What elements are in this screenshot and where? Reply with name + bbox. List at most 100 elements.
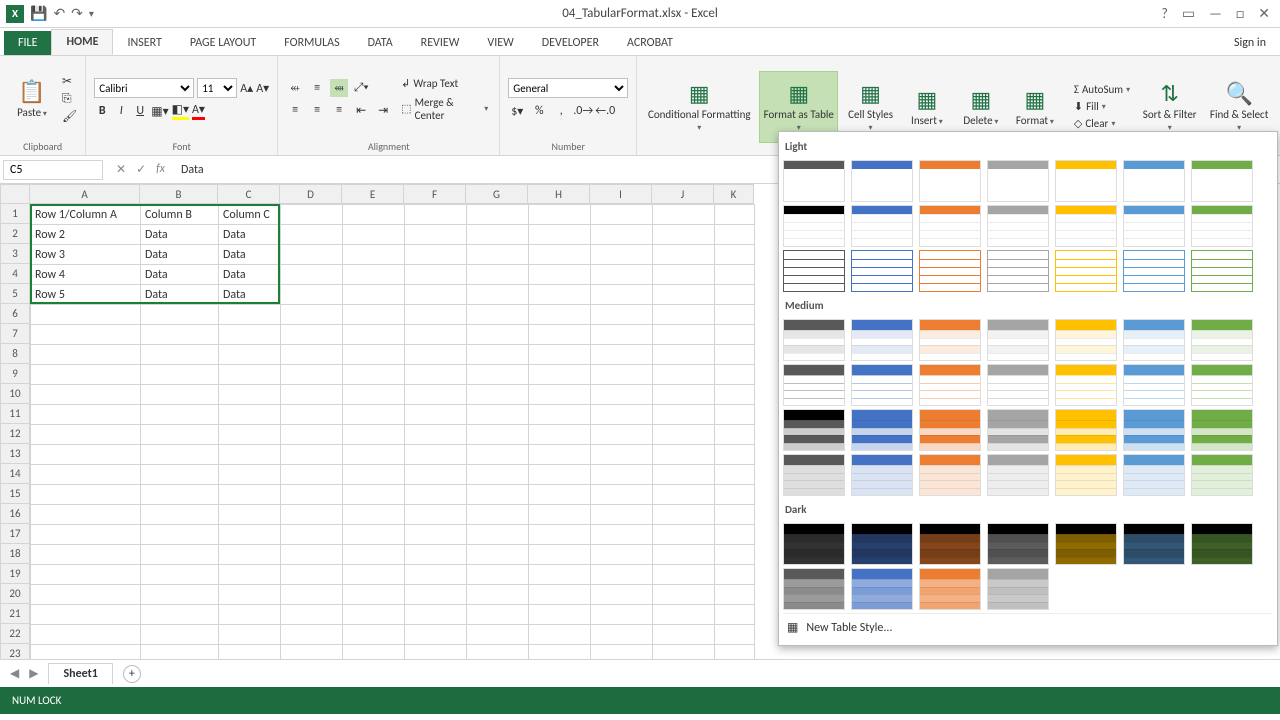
cell[interactable]	[405, 425, 467, 445]
cell[interactable]	[281, 205, 343, 225]
cell[interactable]	[219, 505, 281, 525]
cell[interactable]	[591, 525, 653, 545]
cell[interactable]	[591, 305, 653, 325]
cell[interactable]	[591, 605, 653, 625]
cell[interactable]	[405, 545, 467, 565]
cell[interactable]	[405, 465, 467, 485]
cell[interactable]	[715, 365, 755, 385]
cell[interactable]	[715, 285, 755, 305]
underline-button[interactable]: U	[132, 104, 148, 118]
cell[interactable]	[653, 545, 715, 565]
cell[interactable]	[467, 485, 529, 505]
table-style-swatch[interactable]	[1123, 523, 1185, 565]
row-header-22[interactable]: 22	[0, 624, 30, 644]
align-bottom-icon[interactable]: ⬵	[330, 79, 348, 97]
row-header-17[interactable]: 17	[0, 524, 30, 544]
cell[interactable]	[467, 625, 529, 645]
cell[interactable]	[591, 565, 653, 585]
tab-data[interactable]: DATA	[354, 31, 407, 55]
help-icon[interactable]: ?	[1161, 5, 1168, 22]
table-style-swatch[interactable]	[919, 160, 981, 202]
cell[interactable]	[467, 465, 529, 485]
table-style-swatch[interactable]	[1191, 319, 1253, 361]
col-header-A[interactable]: A	[30, 184, 140, 204]
qat-customize-icon[interactable]: ▾	[89, 7, 94, 20]
cell[interactable]	[281, 565, 343, 585]
cell[interactable]	[467, 345, 529, 365]
cell[interactable]: Row 5	[31, 285, 141, 305]
cell[interactable]	[219, 465, 281, 485]
table-style-swatch[interactable]	[919, 523, 981, 565]
cell[interactable]	[715, 265, 755, 285]
cell[interactable]	[343, 525, 405, 545]
save-icon[interactable]: 💾	[30, 5, 47, 22]
cell[interactable]	[141, 605, 219, 625]
row-header-11[interactable]: 11	[0, 404, 30, 424]
col-header-I[interactable]: I	[590, 184, 652, 204]
cell[interactable]	[343, 305, 405, 325]
paste-button[interactable]: 📋 Paste	[8, 63, 56, 135]
row-header-20[interactable]: 20	[0, 584, 30, 604]
table-style-swatch[interactable]	[987, 454, 1049, 496]
cell[interactable]	[219, 325, 281, 345]
cell[interactable]	[591, 205, 653, 225]
cell[interactable]	[281, 645, 343, 660]
col-header-B[interactable]: B	[140, 184, 218, 204]
cell[interactable]	[343, 265, 405, 285]
cell[interactable]: Row 1/Column A	[31, 205, 141, 225]
tab-file[interactable]: FILE	[4, 31, 51, 55]
table-style-swatch[interactable]	[851, 364, 913, 406]
cell[interactable]	[281, 525, 343, 545]
cell[interactable]	[405, 385, 467, 405]
cell[interactable]	[653, 365, 715, 385]
comma-icon[interactable]: ,	[552, 102, 570, 120]
cell[interactable]	[219, 485, 281, 505]
cell[interactable]	[653, 225, 715, 245]
row-header-15[interactable]: 15	[0, 484, 30, 504]
cell[interactable]	[529, 425, 591, 445]
cell[interactable]	[405, 245, 467, 265]
row-header-21[interactable]: 21	[0, 604, 30, 624]
sheet-tab[interactable]: Sheet1	[48, 663, 112, 684]
cell[interactable]	[31, 565, 141, 585]
cell[interactable]	[591, 225, 653, 245]
table-style-swatch[interactable]	[919, 454, 981, 496]
cell[interactable]	[591, 405, 653, 425]
tab-insert[interactable]: INSERT	[113, 31, 175, 55]
cell[interactable]	[141, 385, 219, 405]
cell[interactable]	[281, 585, 343, 605]
cell[interactable]	[31, 445, 141, 465]
cell[interactable]: Data	[141, 265, 219, 285]
cell[interactable]	[343, 285, 405, 305]
cell[interactable]	[343, 605, 405, 625]
cell[interactable]	[591, 425, 653, 445]
cell[interactable]	[467, 585, 529, 605]
tab-formulas[interactable]: FORMULAS	[270, 31, 353, 55]
cell[interactable]	[529, 365, 591, 385]
table-style-swatch[interactable]	[783, 205, 845, 247]
cell[interactable]	[141, 325, 219, 345]
cell[interactable]	[653, 505, 715, 525]
cell[interactable]	[653, 465, 715, 485]
cell[interactable]	[467, 505, 529, 525]
cell[interactable]	[529, 285, 591, 305]
cell[interactable]: Row 3	[31, 245, 141, 265]
cell[interactable]	[405, 485, 467, 505]
col-header-D[interactable]: D	[280, 184, 342, 204]
cell[interactable]	[343, 565, 405, 585]
cell[interactable]	[281, 345, 343, 365]
cell[interactable]	[343, 585, 405, 605]
font-color-button[interactable]: A▾	[192, 102, 205, 120]
align-center-icon[interactable]: ≡	[308, 101, 326, 119]
minimize-icon[interactable]: —	[1209, 5, 1222, 22]
cell[interactable]	[529, 205, 591, 225]
cell[interactable]	[591, 645, 653, 660]
table-style-swatch[interactable]	[1123, 409, 1185, 451]
cell[interactable]	[219, 525, 281, 545]
cell[interactable]	[529, 485, 591, 505]
cell[interactable]: Data	[219, 285, 281, 305]
cell[interactable]	[653, 205, 715, 225]
cell[interactable]	[343, 205, 405, 225]
fill-color-button[interactable]: ◧▾	[172, 102, 189, 120]
cell[interactable]	[529, 465, 591, 485]
